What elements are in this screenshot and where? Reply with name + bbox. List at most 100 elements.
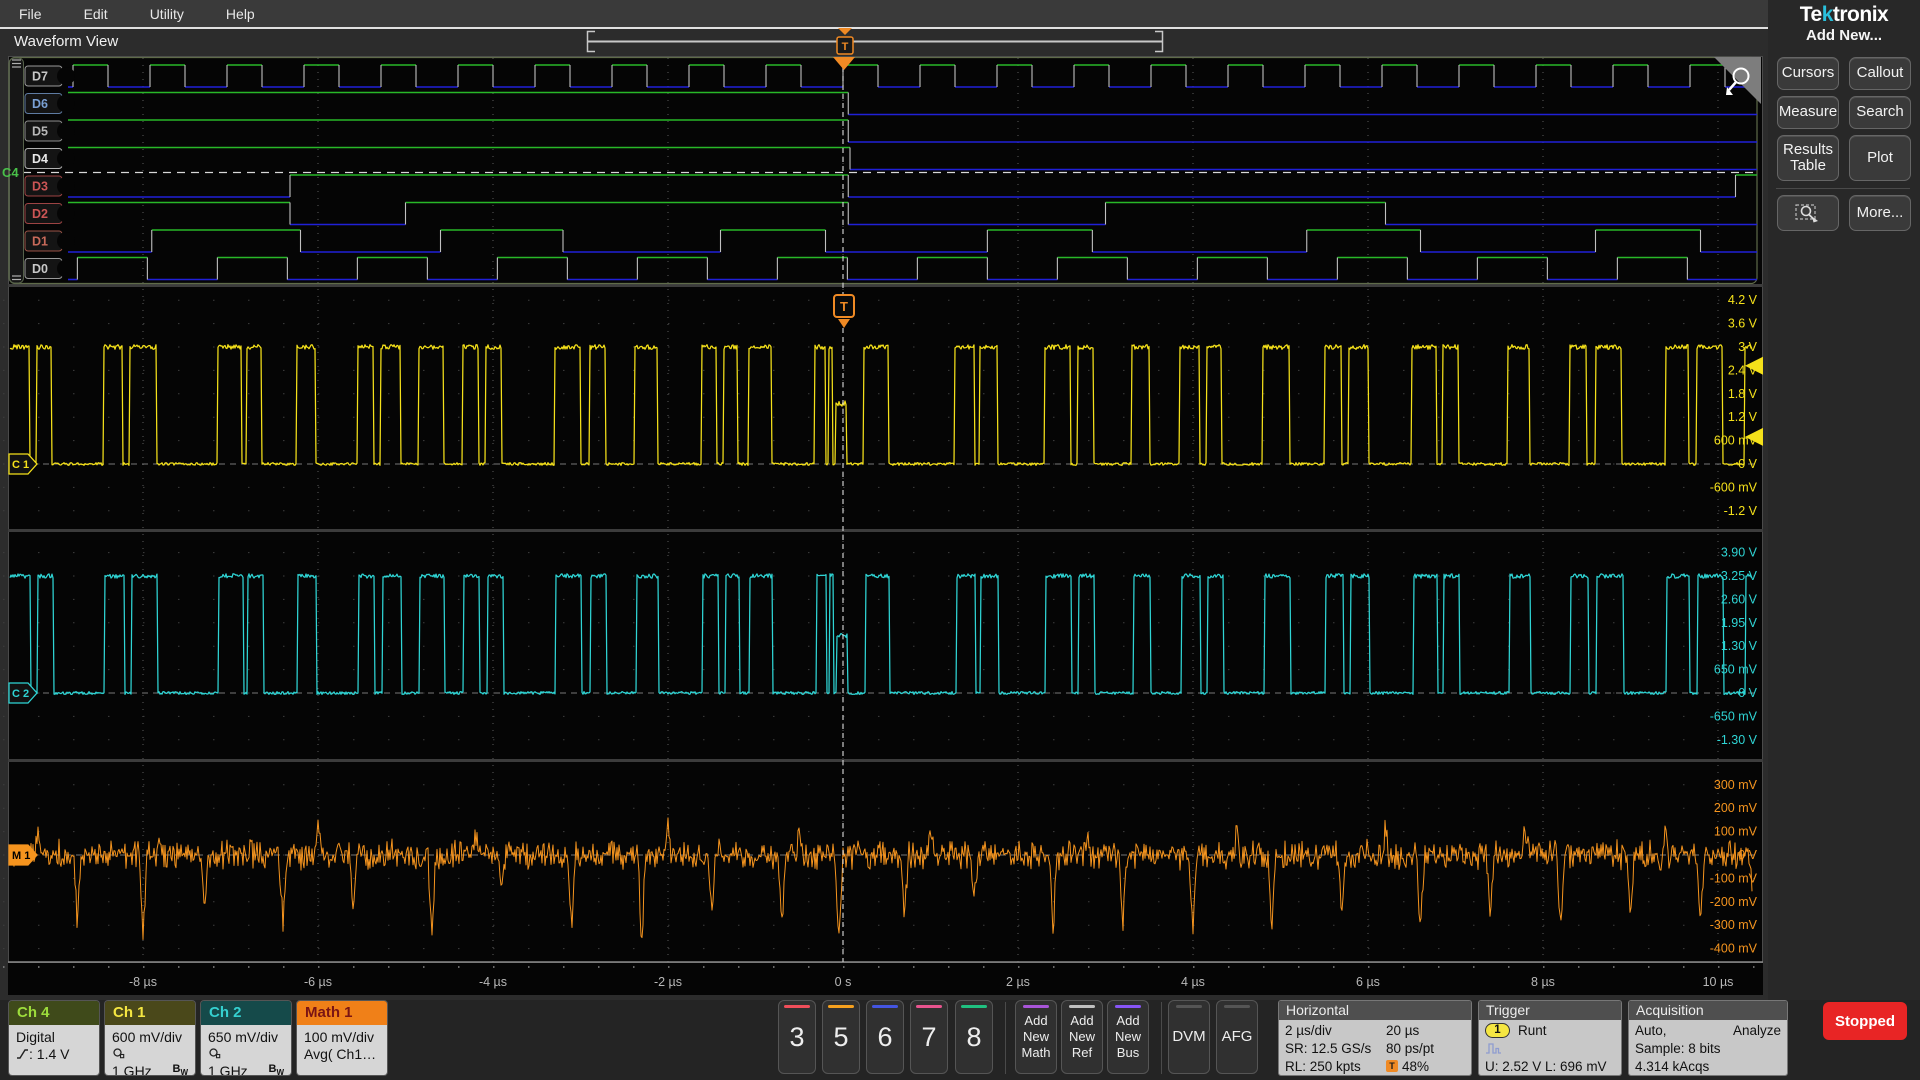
digital-group-label: C4 xyxy=(2,165,19,180)
ch1-badge-title: Ch 1 xyxy=(105,1001,195,1025)
zoom-box-icon xyxy=(1795,204,1818,223)
view-title: Waveform View xyxy=(14,33,119,50)
d3-label: D3 xyxy=(32,180,48,194)
scale-label: 650 mV xyxy=(1714,663,1758,677)
channel-6-button[interactable]: 6 xyxy=(866,1000,904,1074)
ch2-badge[interactable]: Ch 2 650 mV/div 1 GHz BW xyxy=(200,1000,292,1076)
bandwidth-limit-badge: BW xyxy=(172,1063,188,1076)
menu-help[interactable]: Help xyxy=(220,6,261,22)
acquisition-mode: Auto, xyxy=(1635,1022,1667,1038)
plot-button[interactable]: Plot xyxy=(1849,135,1911,181)
add-new-math-button[interactable]: Add New Math xyxy=(1015,1000,1057,1074)
menu-file[interactable]: File xyxy=(13,6,48,22)
scale-label: 1.8 V xyxy=(1728,387,1758,401)
channel-7-button[interactable]: 7 xyxy=(910,1000,948,1074)
add-new-ref-button[interactable]: Add New Ref xyxy=(1061,1000,1103,1074)
horizontal-window: 20 µs xyxy=(1386,1022,1420,1038)
d4-label: D4 xyxy=(32,152,48,166)
scale-label: -1.2 V xyxy=(1724,504,1758,518)
scale-label: 1.30 V xyxy=(1721,639,1758,653)
separator xyxy=(1161,1002,1162,1074)
scale-label: 4.2 V xyxy=(1728,293,1758,307)
acquisition-header: Acquisition xyxy=(1629,1001,1787,1020)
d0-label: D0 xyxy=(32,262,48,276)
trigger-position: 48% xyxy=(1402,1058,1430,1074)
d7-label: D7 xyxy=(32,70,48,84)
slope-icon xyxy=(17,1048,28,1059)
probe-icon xyxy=(209,1047,221,1058)
label-notch xyxy=(57,204,75,223)
menu-utility[interactable]: Utility xyxy=(144,6,190,22)
math-color-bar xyxy=(1023,1005,1049,1008)
callout-button[interactable]: Callout xyxy=(1849,57,1911,90)
channel-3-button[interactable]: 3 xyxy=(778,1000,816,1074)
d5-label: D5 xyxy=(32,125,48,139)
time-label: -8 µs xyxy=(129,975,157,989)
acquisition-panel[interactable]: Acquisition Auto, Analyze Sample: 8 bits … xyxy=(1628,1000,1788,1076)
scale-label: 300 mV xyxy=(1714,778,1758,792)
separator xyxy=(1005,1002,1006,1074)
scale-label: 0 V xyxy=(1738,686,1757,700)
label-notch xyxy=(57,232,75,250)
ch2-scale: 650 mV/div xyxy=(208,1028,279,1045)
trigger-panel[interactable]: Trigger 1 Runt U: 2.52 V L: 696 mV xyxy=(1478,1000,1622,1076)
resolution: 80 ps/pt xyxy=(1386,1040,1435,1056)
horizontal-scale: 2 µs/div xyxy=(1285,1022,1332,1038)
scale-label: 3.90 V xyxy=(1721,546,1758,560)
trigger-t-label: T xyxy=(840,299,848,314)
math1-badge[interactable]: Math 1 100 mV/div Avg( Ch1… xyxy=(296,1000,388,1076)
trigger-levels: U: 2.52 V L: 696 mV xyxy=(1485,1058,1607,1074)
menu-edit[interactable]: Edit xyxy=(78,6,114,22)
ch4-badge[interactable]: Ch 4 Digital : 1.4 V xyxy=(8,1000,100,1076)
cursors-button[interactable]: Cursors xyxy=(1777,57,1839,90)
results-table-button[interactable]: Results Table xyxy=(1777,135,1839,181)
ch7-color-bar xyxy=(916,1005,942,1008)
right-panel: Tektronix Add New... Cursors Callout Mea… xyxy=(1768,0,1920,1000)
add-new-bus-button[interactable]: Add New Bus xyxy=(1107,1000,1149,1074)
scale-label: 1.95 V xyxy=(1721,616,1758,630)
scale-label: -650 mV xyxy=(1710,709,1758,723)
scale-label: 200 mV xyxy=(1714,801,1758,815)
waveform-plot[interactable]: TC4D7D6D5D4D3D2D1D04.2 V3.6 V3 V2.4 V1.8… xyxy=(0,0,1920,1080)
label-notch xyxy=(57,67,75,85)
ch4-threshold: : 1.4 V xyxy=(16,1045,92,1062)
ch3-color-bar xyxy=(784,1005,810,1008)
scale-label: -300 mV xyxy=(1710,918,1758,932)
scale-label: 0 V xyxy=(1738,457,1757,471)
math1-expression: Avg( Ch1… xyxy=(304,1045,377,1062)
trigger-marker-triangle[interactable] xyxy=(838,28,852,35)
run-stop-status[interactable]: Stopped xyxy=(1823,1002,1907,1040)
scale-label: 3.6 V xyxy=(1728,317,1758,331)
search-button[interactable]: Search xyxy=(1849,96,1911,129)
dvm-button[interactable]: DVM xyxy=(1168,1000,1210,1074)
ch1-badge[interactable]: Ch 1 600 mV/div 1 GHz BW xyxy=(104,1000,196,1076)
scale-label: -600 mV xyxy=(1710,480,1758,494)
scale-label: 0 V xyxy=(1738,848,1757,862)
time-label: -6 µs xyxy=(304,975,332,989)
math1-handle-label: M 1 xyxy=(12,850,30,862)
bus-color-bar xyxy=(1115,1005,1141,1008)
channel-5-button[interactable]: 5 xyxy=(822,1000,860,1074)
math1-badge-title: Math 1 xyxy=(297,1001,387,1025)
label-notch xyxy=(57,149,75,168)
more-button[interactable]: More... xyxy=(1849,195,1911,231)
scale-label: -100 mV xyxy=(1710,871,1758,885)
acquisition-analyze: Analyze xyxy=(1732,1022,1781,1038)
scale-label: 3 V xyxy=(1738,340,1757,354)
label-notch xyxy=(57,94,75,113)
measure-button[interactable]: Measure xyxy=(1777,96,1839,129)
bottom-bar: Ch 4 Digital : 1.4 V Ch 1 600 mV/div 1 G… xyxy=(0,1000,1920,1080)
scale-label: -400 mV xyxy=(1710,942,1758,956)
time-label: 6 µs xyxy=(1356,975,1380,989)
zoom-mode-button[interactable] xyxy=(1777,195,1839,231)
scale-label: 100 mV xyxy=(1714,825,1758,839)
scale-label: -1.30 V xyxy=(1717,733,1758,747)
horizontal-panel[interactable]: Horizontal 2 µs/div 20 µs SR: 12.5 GS/s 80… xyxy=(1278,1000,1472,1076)
afg-top-bar xyxy=(1224,1005,1250,1008)
afg-button[interactable]: AFG xyxy=(1216,1000,1258,1074)
channel-8-button[interactable]: 8 xyxy=(955,1000,993,1074)
ch5-color-bar xyxy=(828,1005,854,1008)
ch4-mode: Digital xyxy=(16,1028,55,1045)
tektronix-logo: Tektronix xyxy=(1799,3,1889,26)
bandwidth-limit-badge: BW xyxy=(268,1063,284,1076)
